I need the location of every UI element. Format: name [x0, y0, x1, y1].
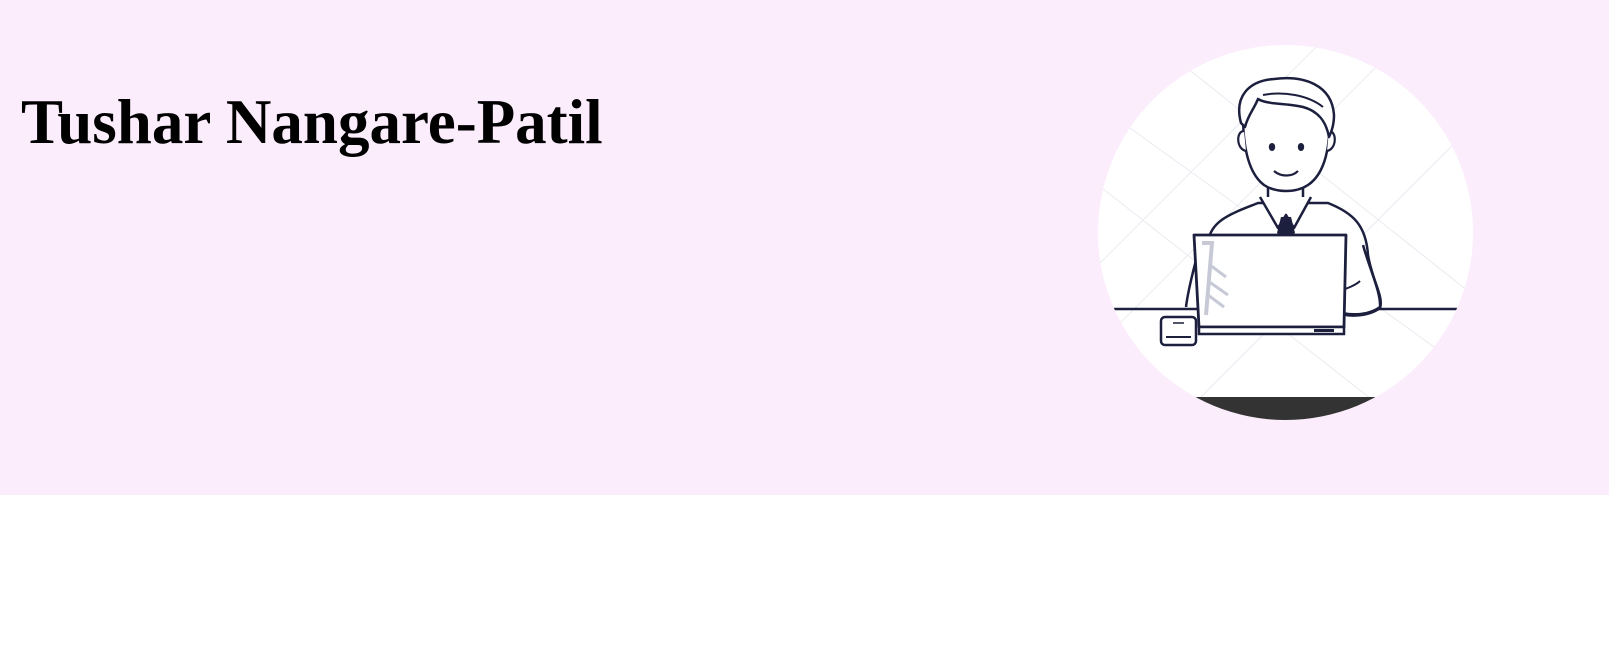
content-area [0, 495, 1609, 648]
page-title: Tushar Nangare-Patil [21, 87, 603, 157]
hero-section: Tushar Nangare-Patil [0, 0, 1609, 495]
developer-at-laptop-icon [1098, 45, 1473, 420]
avatar [1098, 45, 1473, 420]
